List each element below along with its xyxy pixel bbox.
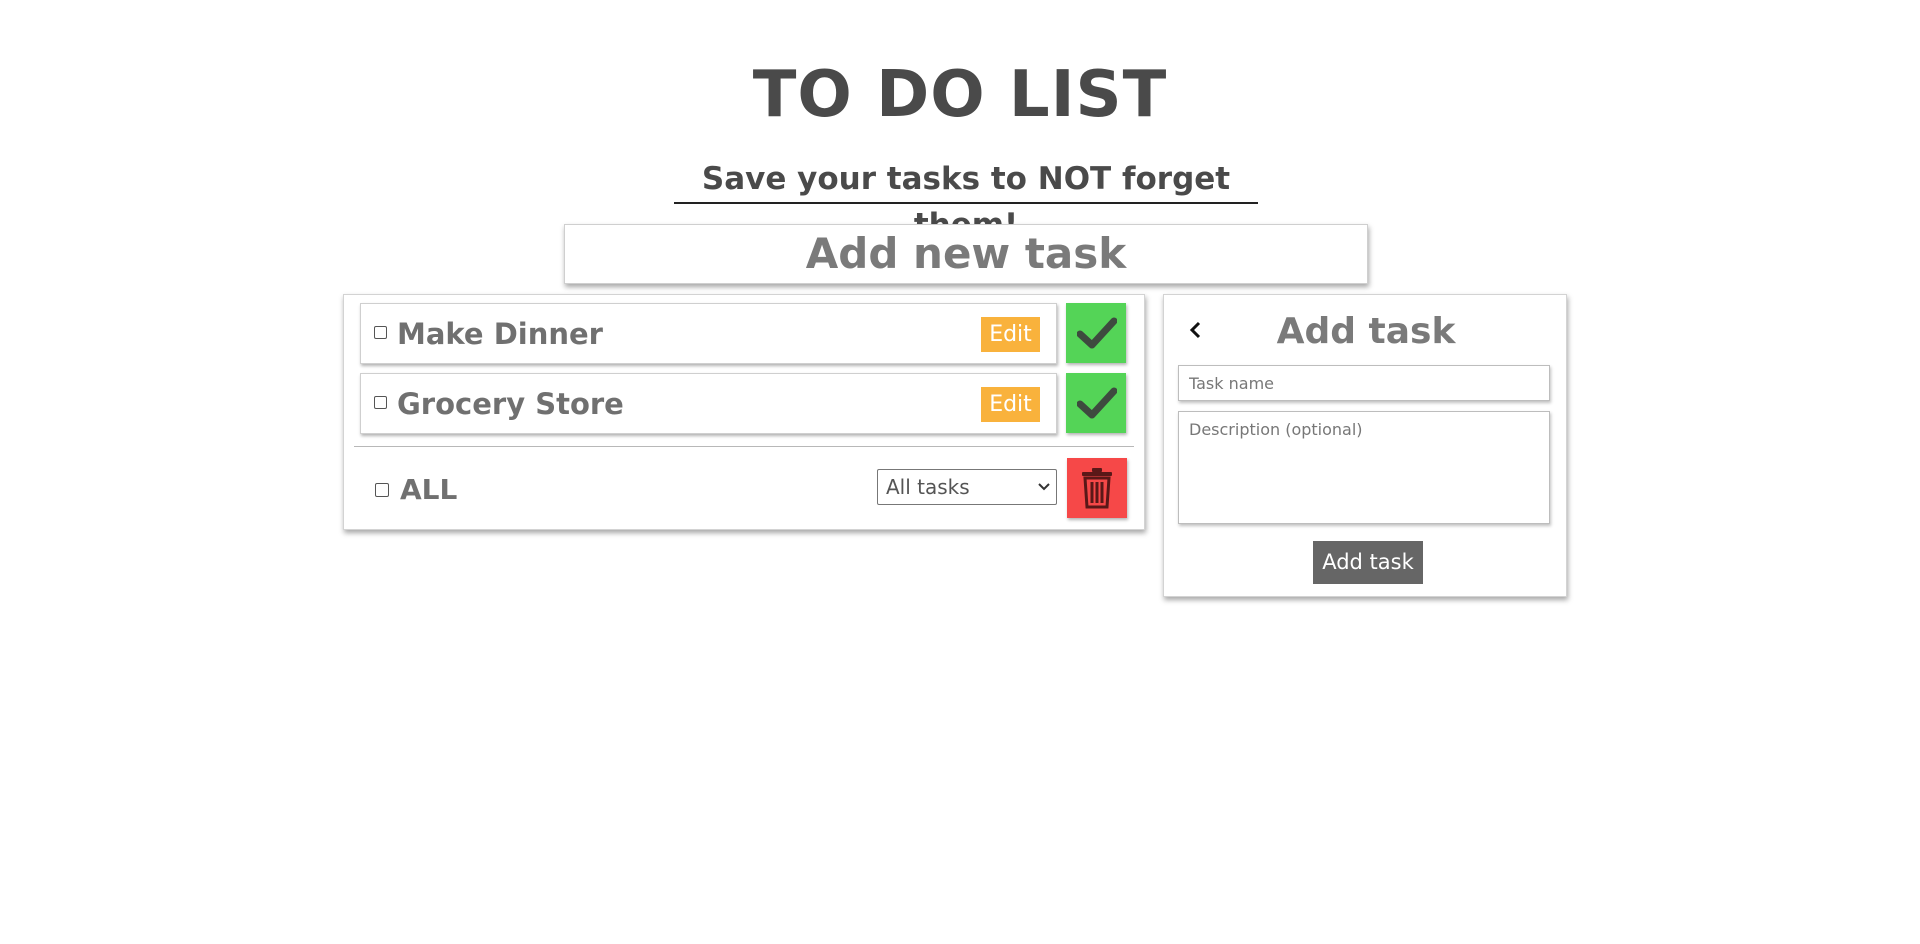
trash-icon xyxy=(1082,468,1112,509)
delete-tasks-button[interactable] xyxy=(1067,458,1127,518)
check-icon xyxy=(1077,317,1117,349)
page-title: TO DO LIST xyxy=(752,58,1168,132)
complete-task-button[interactable] xyxy=(1066,303,1126,363)
add-task-form-panel: Add task Add task xyxy=(1163,294,1567,597)
filter-selected-value: All tasks xyxy=(886,475,970,499)
task-filter-select[interactable]: All tasks xyxy=(877,469,1057,505)
edit-task-button[interactable]: Edit xyxy=(981,317,1040,352)
select-all-label: ALL xyxy=(400,473,458,506)
complete-task-button[interactable] xyxy=(1066,373,1126,433)
task-description-input[interactable] xyxy=(1178,411,1550,524)
chevron-left-icon[interactable] xyxy=(1186,317,1206,343)
task-row-make-dinner: Make Dinner Edit xyxy=(360,303,1057,364)
select-all-checkbox[interactable] xyxy=(375,483,389,497)
task-checkbox[interactable] xyxy=(374,396,387,409)
chevron-down-icon xyxy=(1038,483,1050,491)
task-name-input[interactable] xyxy=(1178,365,1550,401)
task-name: Make Dinner xyxy=(397,317,603,351)
check-icon xyxy=(1077,387,1117,419)
edit-task-button[interactable]: Edit xyxy=(981,387,1040,422)
list-divider xyxy=(354,446,1134,447)
form-title: Add task xyxy=(1276,311,1456,352)
task-row-grocery-store: Grocery Store Edit xyxy=(360,373,1057,434)
page: TO DO LIST Save your tasks to NOT forget… xyxy=(0,0,1920,944)
page-subtitle: Save your tasks to NOT forget them! xyxy=(674,156,1258,243)
task-checkbox[interactable] xyxy=(374,326,387,339)
add-task-submit-button[interactable]: Add task xyxy=(1313,541,1423,584)
add-new-task-button[interactable]: Add new task xyxy=(564,224,1368,284)
task-list-panel: Make Dinner Edit Grocery Store Edit ALL … xyxy=(343,294,1145,530)
task-name: Grocery Store xyxy=(397,387,624,421)
